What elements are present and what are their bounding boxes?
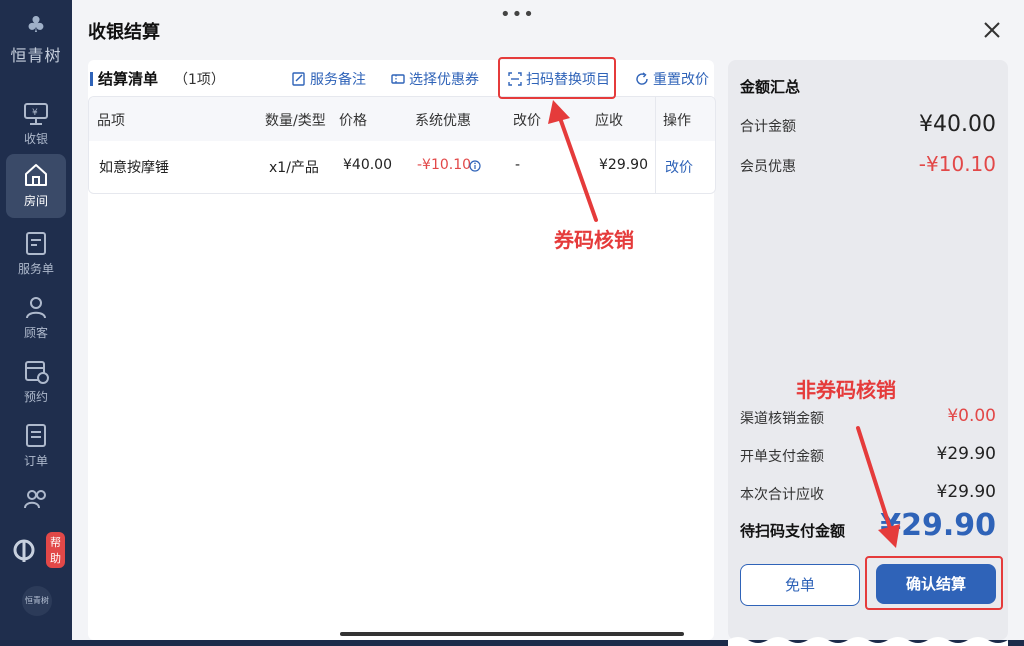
help-button[interactable]: 帮助	[10, 532, 65, 572]
section-title: 结算清单	[98, 70, 159, 88]
sidebar-item-staff[interactable]	[6, 478, 66, 522]
brand-name: 恒青树	[10, 46, 62, 65]
service-remark-label: 服务备注	[310, 72, 366, 88]
member-discount-value: -¥10.10	[918, 152, 996, 176]
cell-price: ¥40.00	[343, 157, 392, 173]
total-label: 合计金额	[740, 119, 796, 135]
annotation-highlight-confirm	[865, 556, 1003, 610]
home-icon	[25, 164, 47, 186]
cell-item: 如意按摩锤	[99, 160, 169, 176]
section-header: 结算清单 （1项） 服务备注 选择优惠券 扫码替换项目 重置改价	[88, 60, 714, 96]
cell-qty: x1/产品	[269, 160, 319, 176]
annotation-non-coupon-code: 非券码核销	[796, 378, 896, 402]
more-dots-icon[interactable]: •••	[500, 4, 535, 25]
header-discount: 系统优惠	[415, 113, 471, 129]
table-row: 如意按摩锤 x1/产品 ¥40.00 -¥10.10 - ¥29.90 改价	[89, 141, 715, 193]
cell-discount: -¥10.10	[417, 157, 472, 173]
info-icon[interactable]	[469, 160, 481, 172]
sidebar-item-label: 顾客	[23, 326, 48, 340]
header-qty: 数量/类型	[265, 113, 326, 129]
sidebar-item-label: 服务单	[17, 262, 54, 276]
pending-pay-value: ¥29.90	[880, 508, 996, 543]
sidebar-item-label: 预约	[23, 390, 48, 404]
current-receivable-value: ¥29.90	[936, 482, 996, 502]
sidebar-item-customers[interactable]: 顾客	[6, 286, 66, 348]
sidebar-item-cashier[interactable]: ¥ 收银	[6, 94, 66, 156]
modify-price-link[interactable]: 改价	[665, 157, 693, 177]
settlement-list-panel: 结算清单 （1项） 服务备注 选择优惠券 扫码替换项目 重置改价 品项 数量/类…	[88, 60, 716, 640]
header-receivable: 应收	[595, 113, 623, 129]
reset-price-button[interactable]: 重置改价	[635, 69, 709, 89]
select-coupon-button[interactable]: 选择优惠券	[391, 69, 479, 89]
member-discount-label: 会员优惠	[740, 159, 796, 175]
cell-modified: -	[515, 157, 521, 173]
brand-logo-icon: ♣	[26, 13, 46, 38]
sidebar: ♣ 恒青树 ¥ 收银 房间 服务单 顾客 预约 订单 帮助 恒青树	[0, 0, 72, 640]
annotation-coupon-code: 券码核销	[554, 228, 634, 252]
sidebar-item-label: 订单	[23, 454, 48, 468]
service-remark-button[interactable]: 服务备注	[292, 69, 366, 89]
service-order-icon	[26, 232, 46, 255]
header-action: 操作	[663, 113, 691, 129]
amount-summary-panel: 金额汇总 合计金额 ¥40.00 会员优惠 -¥10.10 渠道核销金额 ¥0.…	[728, 60, 1008, 646]
current-receivable-label: 本次合计应收	[740, 487, 824, 503]
column-divider	[655, 97, 656, 193]
home-indicator	[340, 632, 684, 636]
header-modified: 改价	[513, 113, 541, 129]
coupon-icon	[391, 74, 405, 84]
receipt-edge-decoration	[728, 637, 1008, 646]
help-logo-icon	[13, 539, 35, 562]
cell-receivable: ¥29.90	[599, 157, 648, 173]
annotation-highlight-scan	[498, 57, 616, 99]
user-icon	[26, 297, 46, 319]
sidebar-item-booking[interactable]: 预约	[6, 350, 66, 412]
table-header: 品项 数量/类型 价格 系统优惠 改价 应收 操作	[89, 97, 715, 141]
section-accent-bar	[90, 72, 93, 86]
section-count: （1项）	[174, 72, 225, 88]
svg-text:¥: ¥	[32, 108, 38, 118]
order-list-icon	[26, 424, 46, 447]
dialog-title: 收银结算	[88, 22, 160, 43]
avatar[interactable]: 恒青树	[22, 586, 52, 616]
open-pay-value: ¥29.90	[936, 444, 996, 464]
total-value: ¥40.00	[919, 112, 996, 137]
edit-note-icon	[292, 72, 305, 86]
header-price: 价格	[339, 113, 367, 129]
sidebar-item-label: 房间	[23, 194, 48, 208]
cashier-monitor-icon: ¥	[24, 103, 48, 125]
group-icon	[24, 490, 46, 509]
sidebar-item-label: 收银	[23, 132, 48, 146]
help-badge: 帮助	[46, 532, 65, 568]
calendar-clock-icon	[25, 361, 49, 384]
settlement-table: 品项 数量/类型 价格 系统优惠 改价 应收 操作 如意按摩锤 x1/产品 ¥4…	[88, 96, 716, 194]
sidebar-item-orders[interactable]: 订单	[6, 414, 66, 476]
pending-pay-label: 待扫码支付金额	[740, 522, 846, 540]
summary-title: 金额汇总	[740, 78, 801, 96]
refresh-icon	[636, 72, 648, 85]
reset-price-label: 重置改价	[653, 72, 709, 88]
free-order-button[interactable]: 免单	[740, 564, 860, 606]
header-item: 品项	[97, 113, 125, 129]
sidebar-item-rooms[interactable]: 房间	[6, 154, 66, 218]
close-icon[interactable]	[980, 18, 1004, 42]
brand: ♣ 恒青树	[0, 14, 72, 66]
channel-amount-value: ¥0.00	[947, 406, 996, 426]
open-pay-label: 开单支付金额	[740, 449, 824, 465]
channel-amount-label: 渠道核销金额	[740, 411, 824, 427]
select-coupon-label: 选择优惠券	[409, 72, 479, 88]
sidebar-item-service-order[interactable]: 服务单	[6, 222, 66, 284]
